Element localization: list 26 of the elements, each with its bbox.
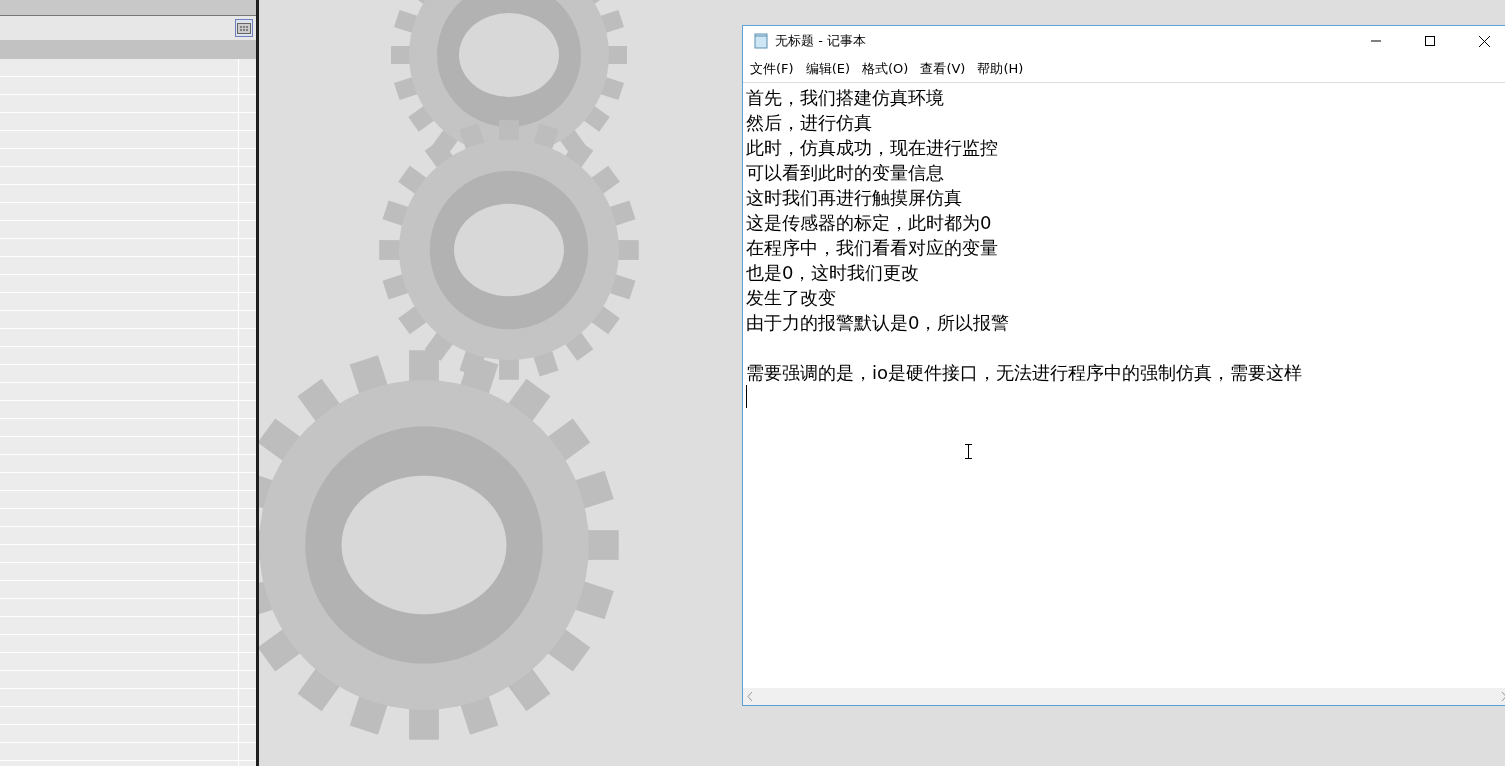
table-icon	[237, 22, 251, 34]
text-area[interactable]: 首先，我们搭建仿真环境 然后，进行仿真 此时，仿真成功，现在进行监控 可以看到此时的变量信息 这时我们再进行触摸屏仿真 这是传感器的标定，此时都为0 在程序中，我们看看对应的变量 也是0，这时我们更改 发生了改变 由于力的报警默认是0，所以报警 需要强调的是，io是硬件接口，无法进行程序中的强制仿真，需要这样	[743, 83, 1505, 688]
text-line: 首先，我们搭建仿真环境	[746, 86, 944, 110]
text-line: 需要强调的是，io是硬件接口，无法进行程序中的强制仿真，需要这样	[746, 361, 1302, 385]
text-cursor-icon	[965, 444, 972, 459]
menu-item[interactable]: 编辑(E)	[799, 58, 856, 80]
notepad-icon	[753, 33, 769, 49]
text-line: 然后，进行仿真	[746, 111, 872, 135]
maximize-icon	[1425, 36, 1435, 46]
window-title: 无标题 - 记事本	[775, 32, 867, 50]
menu-item[interactable]: 查看(V)	[914, 58, 972, 80]
text-line: 在程序中，我们看看对应的变量	[746, 236, 998, 260]
menu-item[interactable]: 文件(F)	[744, 58, 800, 80]
text-line: 发生了改变	[746, 286, 836, 310]
close-icon	[1478, 35, 1490, 47]
text-line: 这时我们再进行触摸屏仿真	[746, 186, 962, 210]
text-line: 也是0，这时我们更改	[746, 261, 920, 285]
grid-view-button[interactable]	[235, 19, 253, 37]
menu-item[interactable]: 格式(O)	[856, 58, 915, 80]
text-line: 此时，仿真成功，现在进行监控	[746, 136, 998, 160]
text-cursor	[746, 385, 747, 408]
text-line: 由于力的报警默认是0，所以报警	[746, 311, 1010, 335]
text-line: 可以看到此时的变量信息	[746, 161, 944, 185]
menu-item[interactable]: 帮助(H)	[971, 58, 1030, 80]
horizontal-scrollbar[interactable]	[743, 688, 1505, 705]
text-line: 这是传感器的标定，此时都为0	[746, 211, 992, 235]
